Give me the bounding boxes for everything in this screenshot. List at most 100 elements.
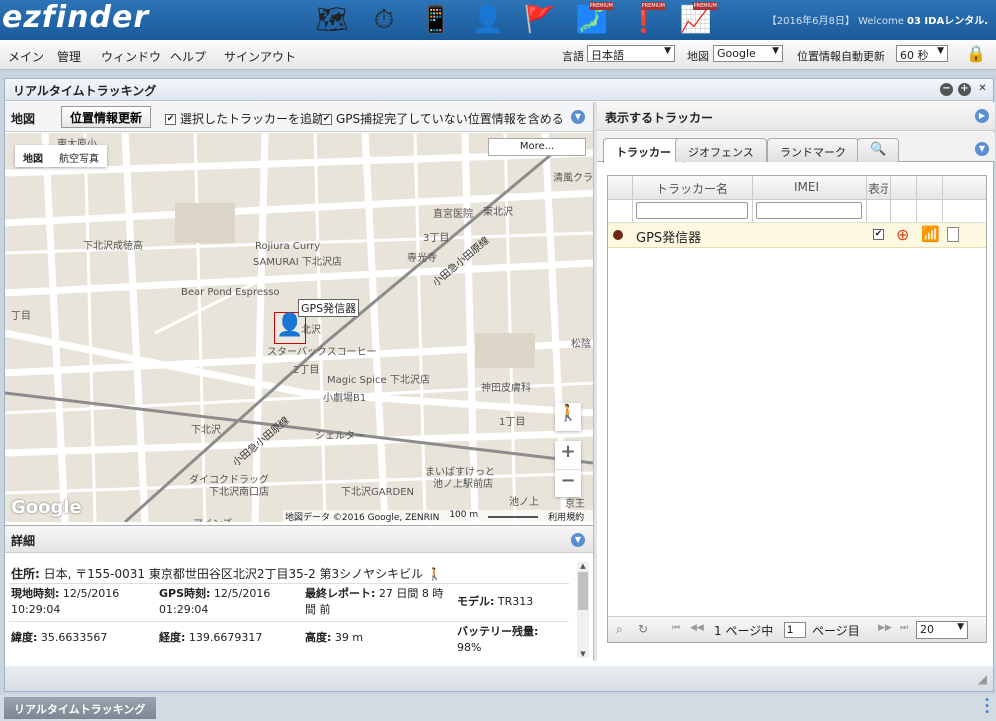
map-place-label: Rojiura Curry xyxy=(255,241,321,252)
last-report-field: 最終レポート: 27 日間 8 時間 前 xyxy=(305,587,444,616)
collapse-icon[interactable]: ▼ xyxy=(975,142,989,156)
scroll-down-icon[interactable]: ▼ xyxy=(577,650,589,658)
map-scale: 100 m xyxy=(449,510,479,520)
tracker-tabs: トラッカー ジオフェンス ランドマーク 🔍 ▼ xyxy=(597,132,995,163)
auto-refresh-label: 位置情報自動更新 xyxy=(797,50,885,63)
map-provider-select[interactable]: Google ▼ xyxy=(713,45,783,62)
map-terms-link[interactable]: 利用規約 xyxy=(548,510,584,522)
menu-window[interactable]: ウィンドウ xyxy=(101,48,161,65)
app-header: ezfinder 🗺 ⏱ 📱 👤 🚩 🗾 PREMIUM ❗ PREMIUM 📈 PR… xyxy=(0,0,996,40)
scale-bar xyxy=(488,510,539,518)
map-place-label: 3丁目 xyxy=(423,233,450,244)
welcome-text: 【2016年6月8日】 Welcome 03 IDAレンタル. xyxy=(766,16,988,27)
map-place-label: 小劇場B1 xyxy=(323,393,367,404)
map-place-label: 池ノ上駅前店 xyxy=(433,479,493,490)
map-more-button[interactable]: More... xyxy=(488,138,586,156)
window-titlebar: リアルタイムトラッキング − + ✕ xyxy=(5,79,993,101)
follow-tracker-checkbox[interactable]: ✔ 選択したトラッカーを追跡 xyxy=(165,110,324,127)
map-type-map-button[interactable]: 地図 xyxy=(15,145,51,167)
map-place-label: 丁目 xyxy=(11,311,31,322)
alert-icon[interactable]: ❗ PREMIUM xyxy=(620,0,668,40)
user-icon[interactable]: 👤 xyxy=(464,0,512,40)
clock-icon[interactable]: ⏱ xyxy=(360,0,408,40)
maximize-icon[interactable]: + xyxy=(958,83,971,96)
prev-page-icon[interactable]: ◀◀ xyxy=(690,623,704,633)
longitude-field: 経度: 139.6679317 xyxy=(159,631,263,644)
map-place-label: 京王 xyxy=(565,499,585,510)
tab-search-icon[interactable]: 🔍 xyxy=(857,138,900,162)
detail-scrollbar[interactable]: ▲ ▼ xyxy=(577,562,589,658)
resize-grip-icon[interactable]: ◢ xyxy=(978,672,987,686)
lock-icon[interactable]: 🔒 xyxy=(966,44,986,63)
table-row[interactable]: GPS発信器 ✔ ⊕ 📶 xyxy=(608,223,986,248)
status-dot-icon xyxy=(613,230,623,240)
search-icon[interactable]: ⌕ xyxy=(616,622,623,637)
route-map-icon[interactable]: 🗾 PREMIUM xyxy=(568,0,616,40)
map-view[interactable]: 東大原小清風クラ直宮医院東北沢3丁目下北沢成徳高Rojiura CurrySAM… xyxy=(5,133,593,522)
premium-badge: PREMIUM xyxy=(588,2,614,10)
logo: ezfinder xyxy=(2,0,150,35)
map-provider-label: 地図 xyxy=(687,50,709,63)
page-prefix: 1 ページ中 xyxy=(714,624,774,638)
map-icon[interactable]: 🗺 xyxy=(308,0,356,40)
taskbar-menu-icon[interactable]: • • • xyxy=(984,696,990,718)
google-logo: Google xyxy=(11,497,82,518)
refresh-location-button[interactable]: 位置情報更新 xyxy=(61,106,151,128)
map-place-label: 1丁目 xyxy=(499,417,526,428)
tab-landmark[interactable]: ランドマーク xyxy=(767,138,859,162)
window-footer: ◢ xyxy=(4,666,994,692)
column-visible[interactable]: 表示 xyxy=(868,180,888,197)
device-settings-icon[interactable]: 📶 xyxy=(921,225,940,243)
scroll-up-icon[interactable]: ▲ xyxy=(577,562,589,570)
tracker-marker-label: GPS発信器 xyxy=(298,299,360,317)
first-page-icon[interactable]: ⏮ xyxy=(672,623,680,633)
map-place-label: シェルター xyxy=(315,431,365,442)
tab-trackers[interactable]: トラッカー xyxy=(603,138,684,163)
language-select[interactable]: 日本語 ▼ xyxy=(587,45,675,62)
taskbar-item-realtime-tracking[interactable]: リアルタイムトラッキング xyxy=(4,697,156,719)
menu-admin[interactable]: 管理 xyxy=(57,48,81,65)
expand-right-icon[interactable]: ▶ xyxy=(975,109,989,123)
tab-geofence[interactable]: ジオフェンス xyxy=(675,138,767,162)
refresh-icon[interactable]: ↻ xyxy=(638,622,648,636)
divider xyxy=(9,583,569,584)
page-size-select[interactable]: 20 ▼ xyxy=(916,621,968,639)
minimize-icon[interactable]: − xyxy=(940,83,953,96)
chart-icon[interactable]: 📈 PREMIUM xyxy=(672,0,720,40)
address-field: 住所: 日本, 〒155-0031 東京都世田谷区北沢2丁目35-2 第3シノヤ… xyxy=(11,567,442,581)
last-page-icon[interactable]: ⏭ xyxy=(900,623,908,633)
zoom-in-icon[interactable]: + xyxy=(555,441,581,469)
street-view-icon[interactable]: 🚶 xyxy=(427,567,442,581)
tracker-name-filter-input[interactable] xyxy=(636,202,748,219)
taskbar: リアルタイムトラッキング • • • xyxy=(0,694,996,721)
map-place-label: Magic Spice 下北沢店 xyxy=(327,375,430,386)
device-icon[interactable]: 📱 xyxy=(412,0,460,40)
document-icon[interactable] xyxy=(947,227,959,242)
zoom-out-icon[interactable]: − xyxy=(555,469,581,497)
column-imei[interactable]: IMEI xyxy=(794,180,819,194)
menu-help[interactable]: ヘルプ xyxy=(170,48,206,65)
map-type-satellite-button[interactable]: 航空写真 xyxy=(51,145,107,167)
flag-icon[interactable]: 🚩 xyxy=(516,0,564,40)
collapse-icon[interactable]: ▼ xyxy=(571,533,585,547)
column-tracker-name[interactable]: トラッカー名 xyxy=(656,180,728,197)
detail-title: 詳細 xyxy=(11,534,36,548)
imei-filter-input[interactable] xyxy=(756,202,862,219)
scroll-thumb[interactable] xyxy=(578,572,588,610)
visible-checkbox[interactable]: ✔ xyxy=(873,229,884,240)
map-place-label: 東北沢 xyxy=(483,207,513,218)
close-icon[interactable]: ✕ xyxy=(976,83,989,96)
menu-main[interactable]: メイン xyxy=(8,48,44,65)
next-page-icon[interactable]: ▶▶ xyxy=(878,623,892,633)
collapse-icon[interactable]: ▼ xyxy=(571,110,585,124)
window-title: リアルタイムトラッキング xyxy=(13,84,157,98)
page-number-input[interactable] xyxy=(784,622,806,638)
map-place-label: スターバックスコーヒー xyxy=(267,347,377,358)
map-type-control: 地図 航空写真 xyxy=(15,145,107,167)
street-view-pegman-icon[interactable]: 🚶 xyxy=(555,403,581,431)
auto-refresh-select[interactable]: 60 秒 ▼ xyxy=(896,45,948,62)
tracker-panel-header: 表示するトラッカー ▶ xyxy=(597,102,995,131)
include-unfixed-gps-checkbox[interactable]: ✔ GPS捕捉完了していない位置情報を含める xyxy=(321,110,564,127)
menu-signout[interactable]: サインアウト xyxy=(224,48,296,65)
locate-target-icon[interactable]: ⊕ xyxy=(896,225,909,244)
